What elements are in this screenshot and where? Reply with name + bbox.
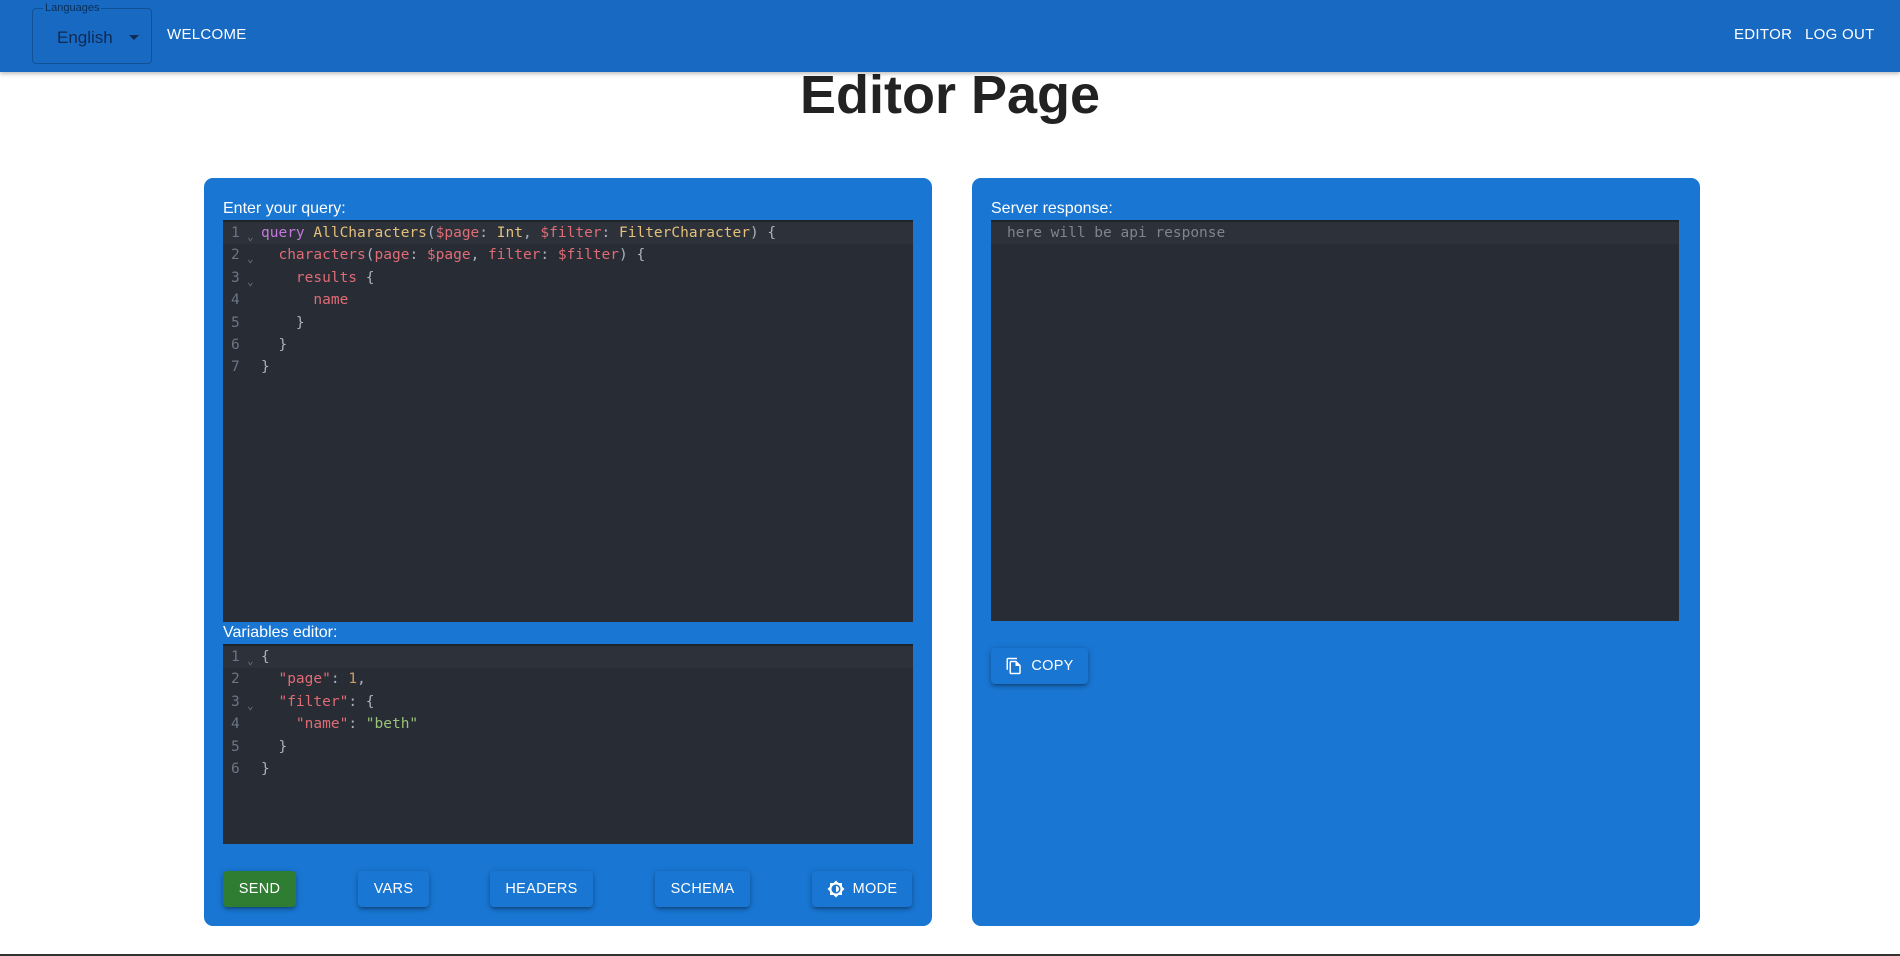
code-text: }	[278, 336, 288, 353]
response-placeholder: here will be api response	[1007, 225, 1226, 241]
code-text: query AllCharacters($page: Int, $filter:…	[261, 225, 777, 241]
code-line: 7 }	[223, 356, 913, 378]
vars-button[interactable]: VARS	[358, 871, 429, 907]
code-line: 5 }	[223, 736, 913, 758]
schema-button[interactable]: SCHEMA	[655, 871, 750, 907]
language-select[interactable]: Languages English	[32, 2, 152, 64]
query-panel: Enter your query: 1 ⌄ query AllCharacter…	[204, 178, 932, 926]
code-line: here will be api response	[991, 222, 1679, 245]
line-number: 4	[231, 716, 240, 733]
code-line: 2 ⌄ characters(page: $page, filter: $fil…	[223, 244, 913, 266]
line-number: 5	[231, 738, 240, 755]
line-number: 3	[231, 269, 240, 286]
code-text: }	[261, 760, 270, 777]
line-number: 7	[231, 359, 240, 376]
response-viewer[interactable]: here will be api response	[991, 220, 1679, 621]
line-number: 4	[231, 292, 240, 309]
line-number: 3	[231, 693, 240, 710]
editor-link[interactable]: EDITOR	[1734, 26, 1792, 43]
code-line: 3 ⌄ results {	[223, 267, 913, 289]
code-text: {	[261, 649, 270, 665]
send-button-label: SEND	[238, 881, 281, 897]
mode-button[interactable]: MODE	[812, 871, 912, 907]
brightness-icon	[827, 880, 845, 898]
vars-button-label: VARS	[373, 881, 414, 897]
line-number: 1	[231, 649, 240, 665]
code-text: "name": "beth"	[295, 716, 419, 733]
language-select-value[interactable]: English	[57, 28, 113, 48]
code-line: 3 ⌄ "filter": {	[223, 691, 913, 713]
line-number: 1	[231, 225, 240, 241]
copy-icon	[1006, 657, 1022, 675]
code-line: 1 ⌄ query AllCharacters($page: Int, $fil…	[223, 222, 913, 245]
response-panel: Server response: here will be api respon…	[972, 178, 1700, 926]
code-line: 4 name	[223, 289, 913, 311]
copy-button-label: COPY	[1031, 658, 1074, 674]
variables-editor[interactable]: 1 ⌄ { 2 "page": 1, 3 ⌄ "filter": { 4 "na…	[223, 644, 913, 844]
code-text: name	[313, 292, 349, 309]
code-line: 2 "page": 1,	[223, 668, 913, 690]
caret-down-icon[interactable]	[129, 35, 139, 40]
app-bar: Languages English WELCOME EDITOR LOG OUT	[0, 0, 1900, 72]
code-line: 6 }	[223, 334, 913, 356]
code-line: 1 ⌄ {	[223, 646, 913, 669]
line-number: 6	[231, 760, 240, 777]
welcome-link[interactable]: WELCOME	[167, 26, 247, 43]
code-text: }	[278, 738, 288, 755]
line-number: 6	[231, 336, 240, 353]
code-text: }	[295, 314, 305, 331]
code-text: "page": 1,	[278, 671, 366, 688]
query-editor-label: Enter your query:	[223, 200, 346, 217]
code-line: 4 "name": "beth"	[223, 713, 913, 735]
code-line: 5 }	[223, 312, 913, 334]
code-text: }	[261, 359, 270, 376]
language-select-legend: Languages	[43, 2, 102, 14]
code-line: 6 }	[223, 758, 913, 780]
send-button[interactable]: SEND	[223, 871, 296, 907]
code-text: characters(page: $page, filter: $filter)…	[278, 247, 646, 264]
response-label: Server response:	[991, 200, 1113, 217]
line-number: 2	[231, 247, 240, 264]
code-text: "filter": {	[278, 693, 375, 710]
copy-button[interactable]: COPY	[991, 648, 1088, 684]
headers-button[interactable]: HEADERS	[490, 871, 593, 907]
line-number: 5	[231, 314, 240, 331]
query-editor[interactable]: 1 ⌄ query AllCharacters($page: Int, $fil…	[223, 220, 913, 622]
variables-editor-label: Variables editor:	[223, 624, 338, 641]
schema-button-label: SCHEMA	[670, 881, 735, 897]
page-title: Editor Page	[799, 65, 1101, 125]
mode-button-label: MODE	[852, 881, 898, 897]
headers-button-label: HEADERS	[505, 881, 578, 897]
line-number: 2	[231, 671, 240, 688]
code-text: results {	[295, 269, 375, 286]
logout-link[interactable]: LOG OUT	[1805, 26, 1875, 43]
